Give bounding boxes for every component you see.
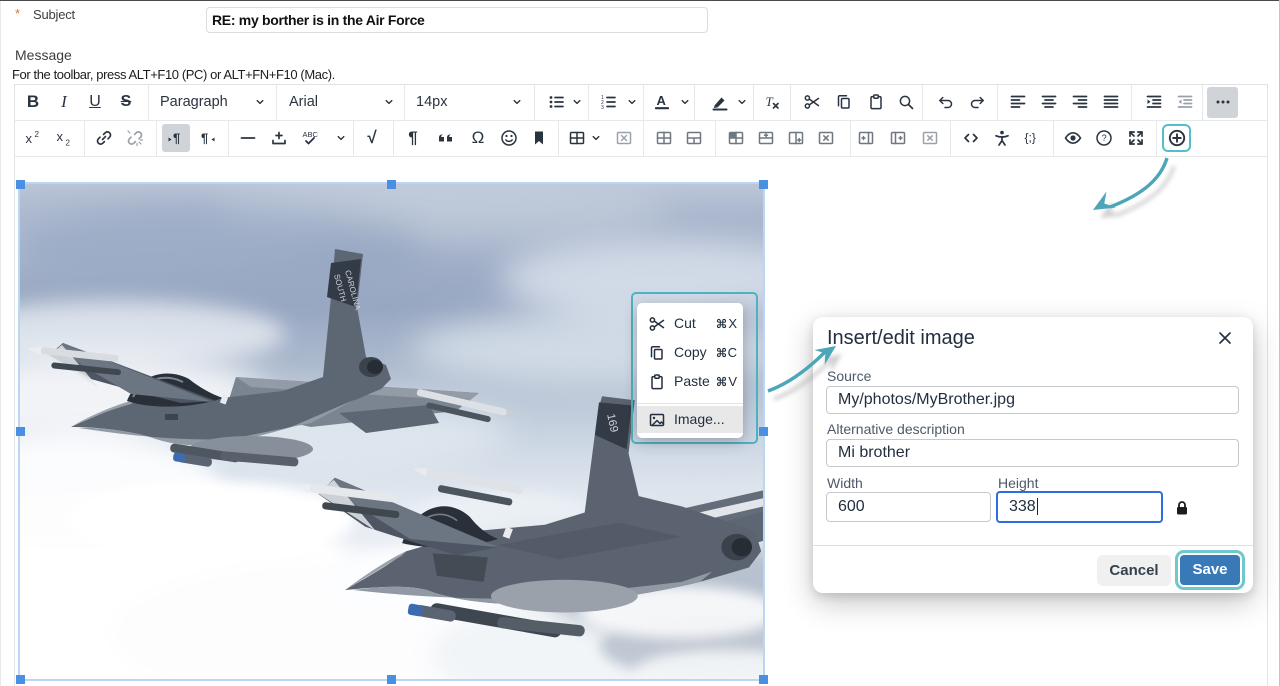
svg-text:2: 2 — [66, 139, 71, 148]
svg-text:T: T — [766, 94, 774, 109]
svg-text:ABC: ABC — [303, 130, 319, 139]
svg-text:3: 3 — [601, 105, 604, 111]
svg-text:A: A — [657, 93, 667, 108]
svg-text:2: 2 — [35, 130, 40, 139]
svg-text:{;}: {;} — [1025, 131, 1036, 145]
svg-text:?: ? — [1102, 133, 1107, 143]
svg-text:x: x — [26, 131, 33, 146]
svg-text:¶: ¶ — [201, 131, 208, 146]
svg-text:x: x — [57, 129, 64, 144]
svg-text:¶: ¶ — [173, 131, 180, 146]
